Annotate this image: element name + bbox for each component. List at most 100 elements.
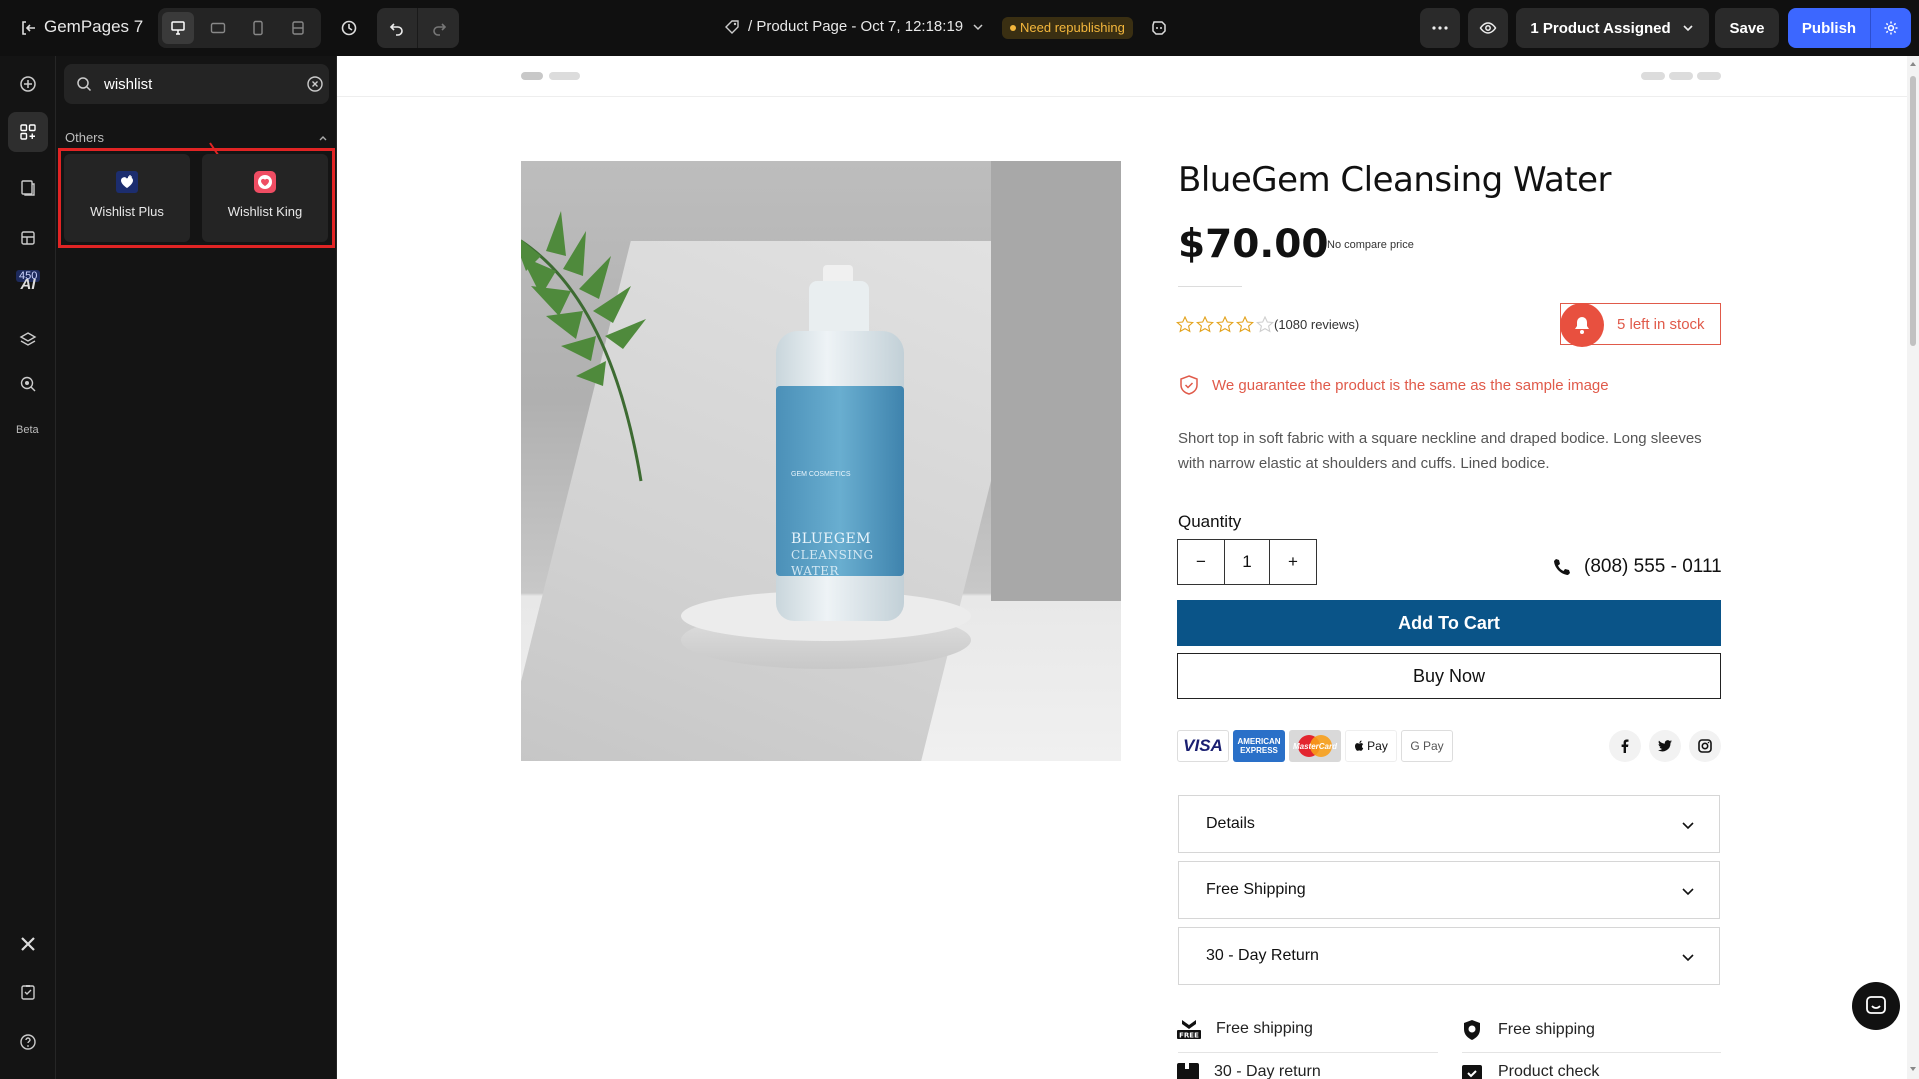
search-box bbox=[64, 64, 329, 104]
result-wishlist-plus[interactable]: Wishlist Plus bbox=[64, 154, 190, 242]
add-icon[interactable] bbox=[8, 64, 48, 104]
chat-support-icon[interactable] bbox=[1852, 982, 1900, 1030]
x-icon[interactable] bbox=[8, 924, 48, 964]
undo-icon[interactable] bbox=[377, 8, 418, 48]
chevron-down-icon bbox=[1683, 25, 1693, 32]
bell-icon bbox=[1560, 303, 1604, 347]
redo-icon[interactable] bbox=[418, 8, 459, 48]
visa-icon: VISA bbox=[1177, 730, 1229, 762]
page-selector[interactable]: / Product Page - Oct 7, 12:18:19 bbox=[724, 18, 985, 35]
star-icon bbox=[1236, 316, 1254, 333]
buy-now-button[interactable]: Buy Now bbox=[1177, 653, 1721, 699]
section-label: Others bbox=[65, 130, 105, 145]
bottle-label-text: BLUEGEM CLEANSING WATER bbox=[791, 531, 874, 579]
decrease-quantity-button[interactable]: − bbox=[1178, 540, 1224, 584]
publish-settings-gear-icon[interactable] bbox=[1870, 8, 1911, 48]
quantity-input[interactable]: 1 bbox=[1224, 540, 1270, 584]
phone-number: (808) 555 - 0111 bbox=[1584, 556, 1722, 577]
star-icon bbox=[1196, 316, 1214, 333]
scroll-up-icon[interactable] bbox=[1909, 60, 1917, 68]
result-wishlist-king[interactable]: Wishlist King bbox=[202, 154, 328, 242]
label-line: CLEANSING bbox=[791, 548, 874, 562]
header-placeholder-bar bbox=[549, 72, 580, 80]
more-options-icon[interactable] bbox=[1420, 8, 1460, 48]
apple-pay-icon: Pay bbox=[1345, 730, 1397, 762]
section-header-others[interactable]: Others bbox=[65, 130, 329, 148]
exit-icon[interactable] bbox=[16, 16, 40, 40]
accordion-free-shipping[interactable]: Free Shipping bbox=[1178, 861, 1720, 919]
apple-pay-label: Pay bbox=[1367, 739, 1388, 753]
publish-button[interactable]: Publish bbox=[1788, 20, 1870, 37]
beta-label: Beta bbox=[16, 424, 39, 436]
guarantee-notice: We guarantee the product is the same as … bbox=[1178, 374, 1609, 396]
result-label: Wishlist King bbox=[227, 204, 303, 219]
chevron-down-icon bbox=[1682, 822, 1694, 830]
increase-quantity-button[interactable]: + bbox=[1270, 540, 1316, 584]
product-title: BlueGem Cleansing Water bbox=[1178, 160, 1612, 200]
accordion-label: 30 - Day Return bbox=[1206, 947, 1319, 964]
feature-free-shipping: FREE Free shipping bbox=[1176, 1018, 1313, 1040]
price-divider bbox=[1178, 286, 1242, 287]
stock-indicator: 5 left in stock bbox=[1560, 303, 1721, 347]
product-description: Short top in soft fabric with a square n… bbox=[1178, 430, 1702, 472]
desktop-icon[interactable] bbox=[162, 12, 194, 44]
assigned-label: 1 Product Assigned bbox=[1530, 19, 1671, 37]
insight-icon[interactable] bbox=[8, 364, 48, 404]
chevron-down-icon bbox=[973, 23, 983, 30]
preview-eye-icon[interactable] bbox=[1468, 8, 1508, 48]
ai-icon[interactable]: AI bbox=[8, 264, 48, 304]
status-badge[interactable]: Need republishing bbox=[1002, 17, 1133, 39]
phone-contact[interactable]: (808) 555 - 0111 bbox=[1552, 556, 1722, 578]
svg-text:FREE: FREE bbox=[1179, 1032, 1199, 1040]
left-icon-rail: 450 AI Beta bbox=[0, 56, 56, 1079]
instagram-icon[interactable] bbox=[1689, 730, 1721, 762]
accordion-label: Free Shipping bbox=[1206, 881, 1306, 898]
publish-button-group: Publish bbox=[1788, 8, 1911, 48]
tablet-landscape-icon[interactable] bbox=[202, 12, 234, 44]
stock-text: 5 left in stock bbox=[1617, 316, 1705, 333]
elements-icon[interactable] bbox=[8, 112, 48, 152]
history-icon[interactable] bbox=[333, 12, 365, 44]
save-button[interactable]: Save bbox=[1715, 8, 1779, 48]
feature-product-check: Product check bbox=[1460, 1061, 1599, 1079]
feature-free-shipping-shield: Free shipping bbox=[1460, 1018, 1595, 1042]
google-pay-icon: G Pay bbox=[1401, 730, 1453, 762]
search-input[interactable] bbox=[104, 64, 294, 104]
add-to-cart-button[interactable]: Add To Cart bbox=[1177, 600, 1721, 646]
scroll-down-icon[interactable] bbox=[1909, 1065, 1917, 1073]
ai-assistant-icon[interactable] bbox=[1147, 16, 1171, 40]
twitter-icon[interactable] bbox=[1649, 730, 1681, 762]
feature-30-day-return: 30 - Day return bbox=[1176, 1061, 1321, 1079]
layers-icon[interactable] bbox=[8, 320, 48, 360]
rating-stars bbox=[1176, 316, 1274, 333]
help-icon[interactable] bbox=[8, 1022, 48, 1062]
accordion-return[interactable]: 30 - Day Return bbox=[1178, 927, 1720, 985]
shield-check-icon bbox=[1180, 375, 1198, 395]
clear-search-icon[interactable] bbox=[306, 75, 324, 93]
feature-label: Free shipping bbox=[1216, 1020, 1313, 1037]
chevron-down-icon bbox=[1682, 954, 1694, 962]
product-assigned-dropdown[interactable]: 1 Product Assigned bbox=[1516, 8, 1709, 48]
mobile-icon[interactable] bbox=[242, 12, 274, 44]
search-icon bbox=[77, 77, 92, 92]
checklist-icon[interactable] bbox=[8, 972, 48, 1012]
review-count[interactable]: (1080 reviews) bbox=[1274, 317, 1359, 332]
shield-icon bbox=[1464, 1020, 1480, 1040]
sections-icon[interactable] bbox=[8, 218, 48, 258]
label-line: BLUEGEM bbox=[791, 531, 872, 547]
wishlist-plus-icon bbox=[116, 171, 138, 193]
facebook-icon[interactable] bbox=[1609, 730, 1641, 762]
feature-label: 30 - Day return bbox=[1214, 1063, 1321, 1079]
pages-icon[interactable] bbox=[8, 168, 48, 208]
header-placeholder-bar bbox=[1669, 72, 1693, 80]
responsive-icon[interactable] bbox=[282, 12, 314, 44]
product-image[interactable]: GEM COSMETICS BLUEGEM CLEANSING WATER bbox=[521, 161, 1121, 761]
canvas-scrollbar[interactable] bbox=[1907, 56, 1919, 1079]
scrollbar-thumb[interactable] bbox=[1910, 76, 1916, 346]
star-icon bbox=[1216, 316, 1234, 333]
accordion-details[interactable]: Details bbox=[1178, 795, 1720, 853]
chevron-down-icon bbox=[1682, 888, 1694, 896]
feature-label: Free shipping bbox=[1498, 1021, 1595, 1038]
quantity-stepper: − 1 + bbox=[1177, 539, 1317, 585]
feature-divider bbox=[1178, 1052, 1438, 1053]
